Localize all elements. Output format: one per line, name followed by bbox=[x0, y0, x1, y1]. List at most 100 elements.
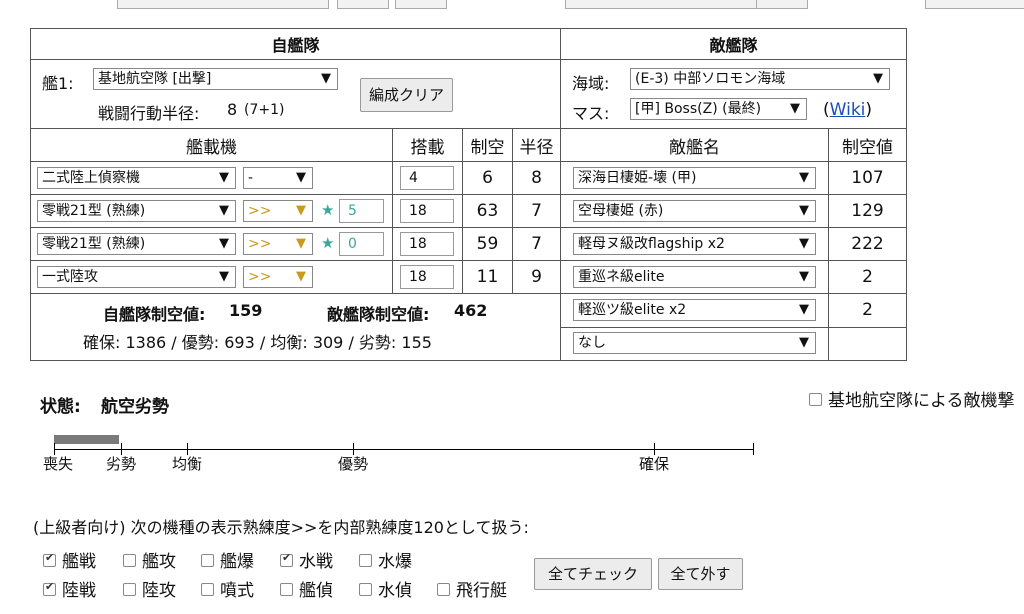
friendly-ap-value: 159 bbox=[229, 301, 263, 320]
lbas-check[interactable]: 基地航空隊による敵機撃 bbox=[809, 386, 1015, 411]
checkbox-icon[interactable] bbox=[280, 551, 293, 567]
checkbox-icon[interactable] bbox=[43, 580, 56, 596]
proficiency-value: - bbox=[248, 170, 254, 186]
type-check-9[interactable]: 水偵 bbox=[359, 576, 412, 601]
enemy-ap-value: 462 bbox=[454, 301, 488, 320]
top-control-fragment[interactable] bbox=[925, 0, 1024, 9]
type-check-7[interactable]: 噴式 bbox=[201, 576, 254, 601]
improvement-input[interactable]: 5 bbox=[339, 199, 384, 223]
slots-input[interactable]: 18 bbox=[400, 232, 454, 256]
enemy-select[interactable]: なし ▼ bbox=[573, 331, 817, 354]
enemy-select[interactable]: 深海日棲姫-壊 (甲) ▼ bbox=[573, 167, 817, 189]
enemy-name: 軽母ヌ級改flagship x2 bbox=[578, 236, 725, 252]
proficiency-select[interactable]: - ▼ bbox=[243, 167, 313, 189]
dropdown-arrow-icon: ▼ bbox=[799, 269, 810, 284]
enemy-select[interactable]: 重巡ネ級elite ▼ bbox=[573, 266, 817, 288]
type-check-2[interactable]: 艦爆 bbox=[201, 547, 254, 572]
slots-input[interactable]: 18 bbox=[400, 265, 454, 289]
type-check-10[interactable]: 飛行艇 bbox=[437, 576, 507, 601]
type-label: 陸戦 bbox=[62, 581, 96, 601]
aircraft-name: 一式陸攻 bbox=[42, 269, 98, 285]
aircraft-name: 零戦21型 (熟練) bbox=[42, 203, 146, 219]
col-slots: 搭載 bbox=[392, 128, 463, 162]
checkbox-icon[interactable] bbox=[809, 392, 822, 406]
checkbox-icon[interactable] bbox=[43, 551, 56, 567]
top-button-fragment[interactable] bbox=[756, 0, 808, 9]
top-button-fragment[interactable] bbox=[337, 0, 389, 9]
proficiency-select[interactable]: >> ▼ bbox=[243, 233, 313, 255]
clear-formation-button[interactable]: 編成クリア bbox=[360, 78, 453, 112]
checkbox-icon[interactable] bbox=[201, 553, 214, 567]
aircraft-row: 零戦21型 (熟練) ▼ >> ▼ ★ 0 18 59 7 軽母ヌ級改flagshi… bbox=[30, 227, 908, 261]
proficiency-value: >> bbox=[248, 203, 272, 219]
dropdown-arrow-icon: ▼ bbox=[296, 170, 306, 185]
type-label: 艦爆 bbox=[220, 552, 254, 572]
aircraft-select[interactable]: 零戦21型 (熟練) ▼ bbox=[37, 200, 236, 222]
aircraft-ap: 63 bbox=[462, 194, 513, 228]
checkbox-icon[interactable] bbox=[280, 582, 293, 596]
radius-value: 8 bbox=[227, 100, 238, 119]
aircraft-select[interactable]: 零戦21型 (熟練) ▼ bbox=[37, 233, 236, 255]
aircraft-ap: 11 bbox=[462, 260, 513, 294]
slots-input[interactable]: 18 bbox=[400, 199, 454, 223]
type-check-8[interactable]: 艦偵 bbox=[280, 576, 333, 601]
area-label: 海域: bbox=[572, 74, 610, 93]
checkbox-icon[interactable] bbox=[201, 582, 214, 596]
type-label: 水爆 bbox=[378, 552, 412, 572]
enemy-name: 重巡ネ級elite bbox=[578, 269, 665, 285]
scale-label-superiority: 優勢 bbox=[337, 455, 369, 473]
col-ap: 制空 bbox=[462, 128, 513, 162]
star-icon: ★ bbox=[321, 201, 335, 219]
wiki-link[interactable]: Wiki bbox=[830, 100, 866, 120]
node-select[interactable]: [甲] Boss(Z) (最終) ▼ bbox=[630, 98, 808, 120]
proficiency-value: >> bbox=[248, 236, 272, 252]
type-check-5[interactable]: 陸戦 bbox=[43, 576, 96, 601]
aircraft-ap: 59 bbox=[462, 227, 513, 261]
col-enemy-ap: 制空値 bbox=[828, 128, 908, 162]
dropdown-arrow-icon: ▼ bbox=[296, 236, 306, 251]
lbas-check-label: 基地航空隊による敵機撃 bbox=[828, 391, 1015, 411]
type-check-4[interactable]: 水爆 bbox=[359, 547, 412, 572]
slots-input[interactable]: 4 bbox=[400, 166, 454, 190]
fleet-select-value: 基地航空隊 [出撃] bbox=[98, 71, 212, 87]
type-check-3[interactable]: 水戦 bbox=[280, 547, 333, 572]
type-label: 噴式 bbox=[220, 581, 254, 601]
top-control-fragment[interactable] bbox=[117, 0, 329, 9]
enemy-name: なし bbox=[578, 334, 607, 351]
enemy-select[interactable]: 軽母ヌ級改flagship x2 ▼ bbox=[573, 233, 817, 255]
proficiency-select[interactable]: >> ▼ bbox=[243, 200, 313, 222]
type-check-6[interactable]: 陸攻 bbox=[123, 576, 176, 601]
dropdown-arrow-icon: ▼ bbox=[219, 203, 229, 218]
type-check-1[interactable]: 艦攻 bbox=[123, 547, 176, 572]
fleet-select[interactable]: 基地航空隊 [出撃] ▼ bbox=[93, 68, 338, 90]
type-label: 水偵 bbox=[378, 581, 412, 601]
enemy-select[interactable]: 軽巡ツ級elite x2 ▼ bbox=[573, 299, 817, 321]
scale-label-loss: 喪失 bbox=[42, 455, 74, 473]
top-control-fragment[interactable] bbox=[565, 0, 757, 9]
dropdown-arrow-icon: ▼ bbox=[219, 170, 229, 185]
enemy-select[interactable]: 空母棲姫 (赤) ▼ bbox=[573, 200, 817, 222]
enemy-name: 空母棲姫 (赤) bbox=[578, 203, 664, 219]
aircraft-name: 零戦21型 (熟練) bbox=[42, 236, 146, 252]
aircraft-select[interactable]: 二式陸上偵察機 ▼ bbox=[37, 167, 236, 189]
improvement-input[interactable]: 0 bbox=[339, 232, 384, 256]
type-label: 陸攻 bbox=[142, 581, 176, 601]
proficiency-select[interactable]: >> ▼ bbox=[243, 266, 313, 288]
top-button-fragment[interactable] bbox=[395, 0, 447, 9]
ap-scale-fill bbox=[54, 435, 120, 444]
checkbox-icon[interactable] bbox=[359, 553, 372, 567]
aircraft-ap: 6 bbox=[462, 161, 513, 195]
checkbox-icon[interactable] bbox=[123, 553, 136, 567]
enemy-name: 軽巡ツ級elite x2 bbox=[578, 302, 687, 318]
check-all-button[interactable]: 全てチェック bbox=[534, 558, 652, 590]
checkbox-icon[interactable] bbox=[359, 582, 372, 596]
col-radius: 半径 bbox=[511, 128, 562, 162]
uncheck-all-button[interactable]: 全て外す bbox=[658, 558, 743, 590]
aircraft-select[interactable]: 一式陸攻 ▼ bbox=[37, 266, 236, 288]
dropdown-arrow-icon: ▼ bbox=[296, 203, 306, 218]
type-check-0[interactable]: 艦戦 bbox=[43, 547, 96, 572]
checkbox-icon[interactable] bbox=[123, 582, 136, 596]
checkbox-icon[interactable] bbox=[437, 582, 450, 596]
aircraft-row: 二式陸上偵察機 ▼ - ▼ 4 6 8 深海日棲姫-壊 (甲) ▼ 107 bbox=[30, 161, 908, 195]
area-select[interactable]: (E-3) 中部ソロモン海域 ▼ bbox=[630, 68, 891, 90]
